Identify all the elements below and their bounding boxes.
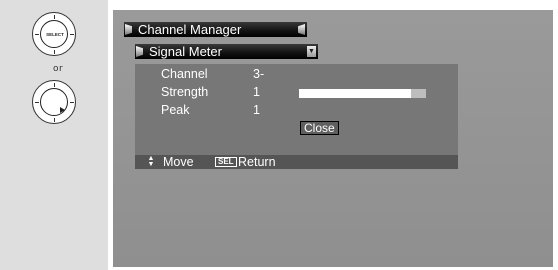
strength-row: Strength 1 <box>161 85 426 99</box>
channel-value: 3- <box>253 67 265 81</box>
play-arrow-icon <box>60 107 65 113</box>
menu-bar-left-cap-icon <box>125 24 132 35</box>
peak-value: 1 <box>253 103 260 117</box>
peak-label: Peak <box>161 103 190 117</box>
signal-meter-panel: Channel 3- Strength 1 Peak 1 Close <box>135 64 458 155</box>
or-label: or <box>53 64 64 74</box>
channel-manager-menu-bar[interactable]: Channel Manager <box>124 22 307 37</box>
sel-key-icon: SEL <box>215 157 237 167</box>
strength-value: 1 <box>253 85 260 99</box>
move-label: Move <box>163 155 194 169</box>
chevron-down-icon[interactable]: ▼ <box>307 46 316 57</box>
remote-right-arrow-button-icon <box>32 80 76 124</box>
menu-bar-right-cap-icon <box>298 24 305 35</box>
remote-instructions-panel: SELECT or <box>0 0 108 270</box>
close-button[interactable]: Close <box>300 121 339 135</box>
peak-row: Peak 1 <box>161 103 260 117</box>
strength-bar-fill <box>299 89 411 98</box>
channel-manager-title: Channel Manager <box>138 22 242 37</box>
footer-help-bar: ▲ ▼ Move SEL Return <box>135 155 458 169</box>
signal-meter-title: Signal Meter <box>149 44 222 59</box>
return-label: Return <box>238 155 276 169</box>
signal-meter-menu-bar[interactable]: Signal Meter ▼ <box>135 44 318 59</box>
remote-select-button-icon: SELECT <box>32 12 76 56</box>
submenu-bar-left-cap-icon <box>136 46 143 57</box>
channel-row: Channel 3- <box>161 67 264 81</box>
strength-bar-track <box>299 89 426 98</box>
channel-label: Channel <box>161 67 208 81</box>
strength-label: Strength <box>161 85 209 99</box>
up-down-arrows-icon: ▲ ▼ <box>147 155 155 168</box>
select-label: SELECT <box>46 32 64 37</box>
